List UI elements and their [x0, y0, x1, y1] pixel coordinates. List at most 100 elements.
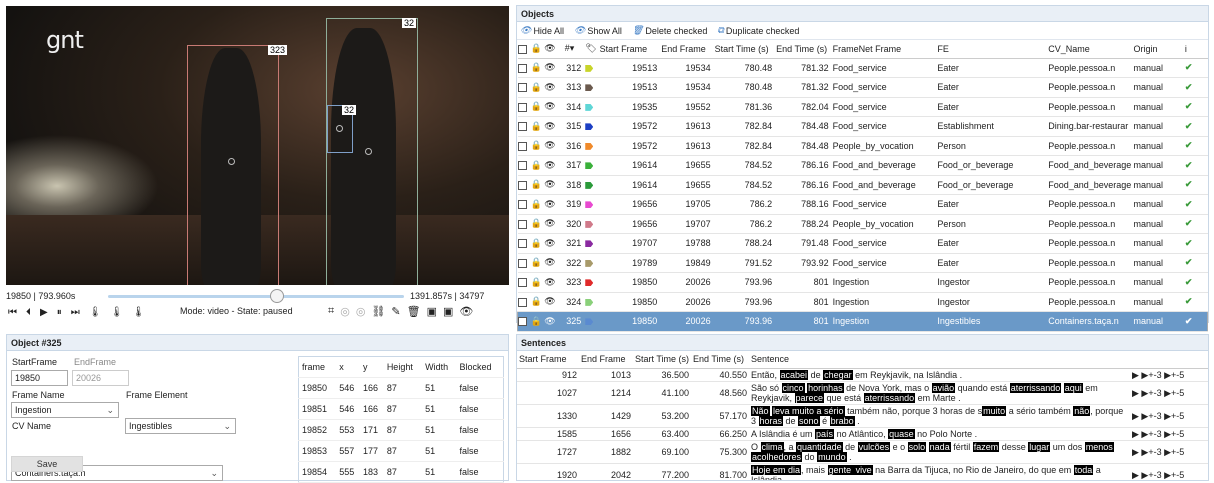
delete-checked-button[interactable]: 🗑 Delete checked: [632, 25, 707, 36]
timeline-knob[interactable]: [269, 289, 284, 303]
hide-all-button[interactable]: 👁 Hide All: [520, 25, 564, 36]
duplicate-checked-button[interactable]: ⧉ Duplicate checked: [717, 25, 799, 36]
lock-icon[interactable]: 🔒: [530, 58, 545, 78]
sentence-word[interactable]: mundo: [817, 451, 847, 462]
lock-icon[interactable]: 🔒: [530, 77, 545, 98]
lock-icon[interactable]: 🔒: [530, 253, 545, 273]
eye-icon[interactable]: 👁: [544, 116, 565, 137]
row-checkbox[interactable]: [517, 200, 527, 210]
col-end-frame[interactable]: End Frame: [661, 40, 715, 59]
sentence-word[interactable]: aqui: [1063, 382, 1083, 393]
table-row[interactable]: 🔒 👁 314 19535 19552 781.36 782.04 Food_service E…: [517, 97, 1208, 117]
table-row[interactable]: 🔒 👁 321 19707 19788 788.24 791.48 Food_service E…: [517, 233, 1208, 254]
sentence-word[interactable]: lugar: [1028, 441, 1051, 452]
table-row[interactable]: 912 1013 36.500 40.550 Então, acabei de cheg…: [517, 368, 1208, 382]
col-end-time[interactable]: End Time (s): [691, 351, 749, 369]
row-checkbox[interactable]: [517, 63, 527, 73]
sentence-word[interactable]: leva muito a sério: [772, 405, 845, 416]
sentence-word[interactable]: muito: [982, 405, 1007, 416]
lock-icon[interactable]: 🔒: [530, 175, 545, 195]
row-checkbox[interactable]: [517, 180, 527, 190]
row-checkbox[interactable]: [517, 297, 527, 307]
sentence-word[interactable]: fazem: [972, 441, 1000, 452]
eye-icon[interactable]: 👁: [544, 214, 565, 234]
crop-icon[interactable]: ⌗: [328, 305, 334, 318]
play-icon[interactable]: ▶: [1132, 370, 1141, 380]
table-row[interactable]: 1920 2042 77.200 81.700 Hoje em dia, mais ge…: [517, 463, 1208, 480]
bounding-box-323[interactable]: [187, 45, 279, 285]
table-row[interactable]: 🔒 👁 312 19513 19534 780.48 781.32 Food_service E…: [517, 58, 1208, 78]
play-range-5-button[interactable]: ▶+-5: [1164, 411, 1184, 421]
sentence-word[interactable]: Hoje em dia: [751, 464, 802, 475]
eye-icon[interactable]: 👁: [544, 155, 565, 176]
sentence-word[interactable]: quantidade: [796, 441, 843, 452]
lock-icon[interactable]: 🔒: [530, 136, 545, 156]
col-origin[interactable]: Origin: [1133, 40, 1185, 59]
lock-icon[interactable]: 🔒: [530, 97, 545, 117]
row-checkbox[interactable]: [517, 161, 527, 171]
col-cv-name[interactable]: CV_Name: [1048, 40, 1134, 59]
play-icon[interactable]: ▶: [1132, 429, 1141, 439]
table-row[interactable]: 🔒 👁 317 19614 19655 784.52 786.16 Food_and_beve…: [517, 155, 1208, 176]
skip-start-icon[interactable]: ⏮: [8, 307, 17, 318]
col-id[interactable]: #▾: [564, 40, 586, 59]
table-row[interactable]: 19853 557 177 87 51 false: [298, 440, 504, 462]
bbox-center-handle[interactable]: [228, 158, 235, 165]
sentence-word[interactable]: clima: [760, 441, 784, 452]
play-range-3-button[interactable]: ▶+-3: [1141, 370, 1161, 380]
col-start-time[interactable]: Start Time (s): [714, 40, 777, 59]
table-row[interactable]: 19850 546 166 87 51 false: [298, 377, 504, 399]
table-row[interactable]: 🔒 👁 320 19656 19707 786.2 788.24 People_by_voca…: [517, 214, 1208, 234]
thermometer-icon[interactable]: 🌡: [89, 307, 102, 318]
pause-icon[interactable]: ⏸: [57, 307, 62, 318]
row-checkbox[interactable]: [518, 317, 527, 327]
sentence-word[interactable]: parece: [794, 392, 825, 403]
col-start-time[interactable]: Start Time (s): [633, 351, 691, 369]
thermometer-icon[interactable]: 🌡: [132, 307, 145, 318]
skip-end-icon[interactable]: ⏭: [71, 307, 80, 318]
sentence-word[interactable]: horinhas: [807, 382, 844, 393]
lock-icon[interactable]: 🔒: [530, 194, 545, 215]
table-row[interactable]: 19852 553 171 87 51 false: [298, 419, 504, 441]
sentence-word[interactable]: acolhedores: [751, 451, 803, 462]
step-back-icon[interactable]: ⏴: [26, 307, 31, 318]
frame-element-select[interactable]: Ingestibles ⌄: [125, 418, 236, 434]
sentence-word[interactable]: menos: [1084, 441, 1114, 452]
play-range-3-button[interactable]: ▶+-3: [1141, 411, 1161, 421]
sentence-word[interactable]: cinco: [781, 382, 805, 393]
sentence-word[interactable]: país: [815, 428, 835, 439]
table-row[interactable]: 🔒 👁 318 19614 19655 784.52 786.16 Food_and_beve…: [517, 175, 1208, 195]
table-row[interactable]: 1585 1656 63.400 66.250 A Islândia é um país…: [517, 427, 1208, 441]
sentence-word[interactable]: brabo: [829, 415, 855, 426]
sentence-word[interactable]: chegar: [823, 369, 853, 380]
show-all-button[interactable]: 👁 Show All: [574, 25, 622, 36]
eye-icon[interactable]: 👁: [544, 175, 565, 195]
eye-icon[interactable]: 👁: [544, 77, 565, 98]
bbox-center-handle[interactable]: [365, 148, 372, 155]
lock-icon[interactable]: 🔒: [530, 272, 545, 293]
play-range-5-button[interactable]: ▶+-5: [1164, 429, 1184, 439]
eye-icon[interactable]: 👁: [544, 58, 565, 78]
sentence-word[interactable]: não: [1073, 405, 1091, 416]
circle-icon[interactable]: ◎: [356, 305, 366, 318]
play-icon[interactable]: ▶: [1132, 447, 1141, 457]
row-checkbox[interactable]: [517, 83, 527, 93]
eye-icon[interactable]: 👁: [544, 292, 565, 312]
row-checkbox[interactable]: [517, 239, 527, 249]
col-start-frame[interactable]: Start Frame: [517, 351, 579, 369]
trash-icon[interactable]: 🗑: [407, 305, 421, 318]
sentence-word[interactable]: aterrissando: [1009, 382, 1062, 393]
eye-icon[interactable]: 👁: [544, 136, 565, 156]
sentence-word[interactable]: toda: [1073, 464, 1094, 475]
sentence-word[interactable]: avião: [931, 382, 956, 393]
play-icon[interactable]: ▶: [40, 307, 48, 318]
table-row[interactable]: 1027 1214 41.100 48.560 São só cinco horinha…: [517, 381, 1208, 405]
eye-icon[interactable]: 👁: [544, 97, 565, 117]
image-icon[interactable]: ▣: [443, 305, 453, 318]
sentence-word[interactable]: solo: [907, 441, 927, 452]
save-button[interactable]: Save: [11, 456, 83, 472]
row-checkbox[interactable]: [517, 219, 527, 229]
sentence-word[interactable]: Não: [751, 405, 770, 416]
row-checkbox[interactable]: [517, 278, 527, 288]
edit-icon[interactable]: ✎: [391, 305, 400, 318]
